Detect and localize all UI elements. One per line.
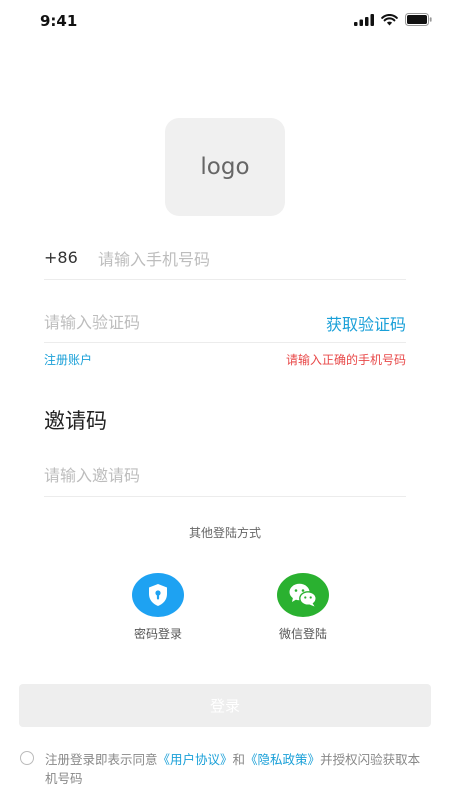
wechat-icon	[289, 583, 317, 607]
other-methods-title: 其他登陆方式	[188, 526, 261, 540]
invite-code-input[interactable]	[44, 462, 404, 488]
verification-code-input[interactable]	[44, 309, 274, 335]
agreement-radio[interactable]	[20, 751, 34, 765]
shield-lock-icon	[149, 584, 167, 606]
status-icons	[354, 13, 432, 26]
signal-icon	[354, 13, 374, 26]
user-agreement-link[interactable]: 《用户协议》	[158, 752, 233, 767]
code-divider	[44, 342, 406, 343]
wechat-login-circle	[277, 573, 329, 617]
agreement-text: 注册登录即表示同意《用户协议》和《隐私政策》并授权闪验获取本机号码	[45, 750, 430, 788]
phone-input[interactable]	[98, 246, 398, 272]
battery-icon	[405, 13, 432, 26]
logo-text: logo	[200, 154, 250, 180]
phone-divider	[44, 279, 406, 280]
password-login-button[interactable]: 密码登录	[108, 573, 208, 642]
agreement-and: 和	[232, 752, 246, 767]
country-code[interactable]: +86	[44, 248, 78, 267]
error-message: 请输入正确的手机号码	[285, 353, 406, 367]
privacy-policy-link[interactable]: 《隐私政策》	[245, 752, 320, 767]
password-login-label: 密码登录	[133, 627, 182, 641]
wifi-icon	[381, 13, 398, 25]
invite-divider	[44, 496, 406, 497]
status-time: 9:41	[40, 12, 78, 30]
login-button[interactable]: 登录	[19, 684, 431, 727]
app-logo: logo	[165, 118, 285, 216]
wechat-login-label: 微信登陆	[278, 627, 327, 641]
wechat-login-button[interactable]: 微信登陆	[253, 573, 353, 642]
invite-title: 邀请码	[44, 409, 107, 433]
get-code-button[interactable]: 获取验证码	[326, 311, 406, 335]
password-login-circle	[132, 573, 184, 617]
register-link[interactable]: 注册账户	[44, 351, 92, 368]
agreement-prefix: 注册登录即表示同意	[45, 752, 158, 767]
